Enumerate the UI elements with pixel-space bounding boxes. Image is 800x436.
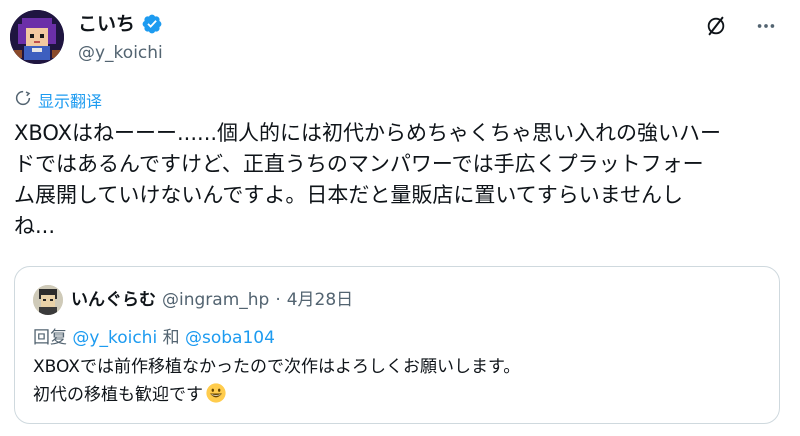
- grinning-face-emoji-icon: [205, 382, 227, 404]
- quote-text-line: XBOXでは前作移植なかったので次作はよろしくお願いします。: [33, 357, 521, 377]
- quote-author-name[interactable]: いんぐらむ: [71, 287, 156, 313]
- quote-header: いんぐらむ @ingram_hp · 4月28日: [71, 287, 353, 313]
- grok-icon[interactable]: [704, 14, 728, 38]
- verified-badge-icon: [141, 13, 163, 35]
- reply-mention[interactable]: @soba104: [185, 328, 275, 348]
- quoted-tweet[interactable]: いんぐらむ @ingram_hp · 4月28日 回复 @y_koichi 和 …: [14, 266, 780, 424]
- tweet-text-line: ム展開していけないんですよ。日本だと量販店に置いてすらいませんし: [14, 183, 684, 207]
- show-translation-link[interactable]: 显示翻译: [14, 88, 102, 112]
- tweet-card: こいち @y_koichi 显示翻译 XBOXはねーーー......個人的には初…: [0, 0, 800, 436]
- translate-label: 显示翻译: [38, 92, 103, 111]
- quote-text-line-2: 初代の移植も歓迎です: [33, 381, 520, 409]
- translate-icon: [14, 89, 32, 111]
- more-options-icon[interactable]: [754, 14, 778, 38]
- author-avatar[interactable]: [10, 10, 64, 64]
- reply-and: 和: [162, 328, 180, 348]
- reply-prefix: 回复: [33, 328, 67, 348]
- separator-dot: ·: [275, 290, 281, 310]
- tweet-text: XBOXはねーーー......個人的には初代からめちゃくちゃ思い入れの強いハー …: [14, 118, 784, 242]
- reply-mention[interactable]: @y_koichi: [72, 328, 157, 348]
- avatar-pixel-art: [10, 10, 64, 64]
- quote-author-handle[interactable]: @ingram_hp: [162, 287, 269, 313]
- tweet-text-line: ドではあるんですけど、正直うちのマンパワーでは手広くプラットフォー: [14, 152, 704, 176]
- quote-text: XBOXでは前作移植なかったので次作はよろしくお願いします。 初代の移植も歓迎で…: [33, 353, 520, 409]
- author-name-row[interactable]: こいち: [78, 12, 163, 36]
- tweet-text-line: XBOXはねーーー......個人的には初代からめちゃくちゃ思い入れの強いハー: [14, 121, 722, 145]
- author-display-name[interactable]: こいち: [78, 12, 135, 36]
- tweet-actions-top: [704, 14, 778, 38]
- reply-context: 回复 @y_koichi 和 @soba104: [33, 325, 275, 351]
- tweet-text-line: ね...: [14, 214, 56, 238]
- quote-text-line: 初代の移植も歓迎です: [33, 385, 203, 405]
- quote-date[interactable]: 4月28日: [287, 287, 353, 313]
- quote-author-avatar[interactable]: [33, 285, 63, 315]
- author-handle[interactable]: @y_koichi: [78, 42, 163, 64]
